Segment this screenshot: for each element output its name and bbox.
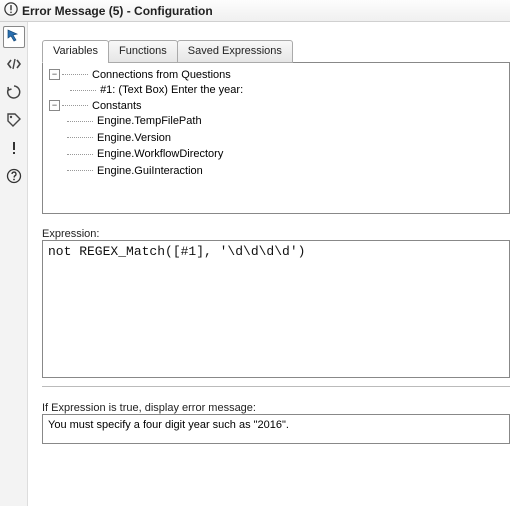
tool-button-alert[interactable]: [3, 138, 25, 160]
tool-button-arrow[interactable]: [3, 26, 25, 48]
tree-node-label[interactable]: Constants: [92, 100, 142, 112]
tree-leaf-label[interactable]: Engine.TempFilePath: [97, 115, 202, 127]
tree-leaf-label[interactable]: #1: (Text Box) Enter the year:: [100, 84, 243, 96]
tree-leaf-label[interactable]: Engine.GuiInteraction: [97, 165, 203, 177]
main-layout: Variables Functions Saved Expressions − …: [0, 22, 510, 506]
tab-functions[interactable]: Functions: [108, 40, 178, 63]
expression-input[interactable]: not REGEX_Match([#1], '\d\d\d\d'): [42, 240, 510, 378]
tree-leaf-label[interactable]: Engine.WorkflowDirectory: [97, 148, 223, 160]
error-message-input[interactable]: You must specify a four digit year such …: [42, 414, 510, 444]
collapse-icon[interactable]: −: [49, 100, 60, 111]
tool-button-help[interactable]: [3, 166, 25, 188]
help-icon: [6, 168, 22, 187]
tree-leaf-label[interactable]: Engine.Version: [97, 132, 171, 144]
tool-button-code[interactable]: [3, 54, 25, 76]
error-message-label: If Expression is true, display error mes…: [42, 402, 510, 414]
code-icon: [6, 56, 22, 75]
tool-button-tag[interactable]: [3, 110, 25, 132]
alert-small-icon: [6, 140, 22, 159]
expression-label: Expression:: [42, 228, 510, 240]
window-title: Error Message (5) - Configuration: [22, 4, 213, 18]
config-panel: Variables Functions Saved Expressions − …: [28, 22, 510, 506]
tree-node-label[interactable]: Connections from Questions: [92, 69, 231, 81]
collapse-icon[interactable]: −: [49, 69, 60, 80]
tabs: Variables Functions Saved Expressions: [42, 40, 510, 63]
refresh-icon: [6, 84, 22, 103]
tool-strip: [0, 22, 28, 506]
alert-icon: [4, 2, 18, 19]
arrow-icon: [6, 28, 22, 47]
tag-icon: [6, 112, 22, 131]
tab-variables[interactable]: Variables: [42, 40, 109, 63]
tab-saved-expressions[interactable]: Saved Expressions: [177, 40, 293, 63]
variables-tree[interactable]: − Connections from Questions #1: (Text B…: [42, 62, 510, 214]
title-bar: Error Message (5) - Configuration: [0, 0, 510, 22]
tool-button-refresh[interactable]: [3, 82, 25, 104]
divider: [42, 386, 510, 392]
